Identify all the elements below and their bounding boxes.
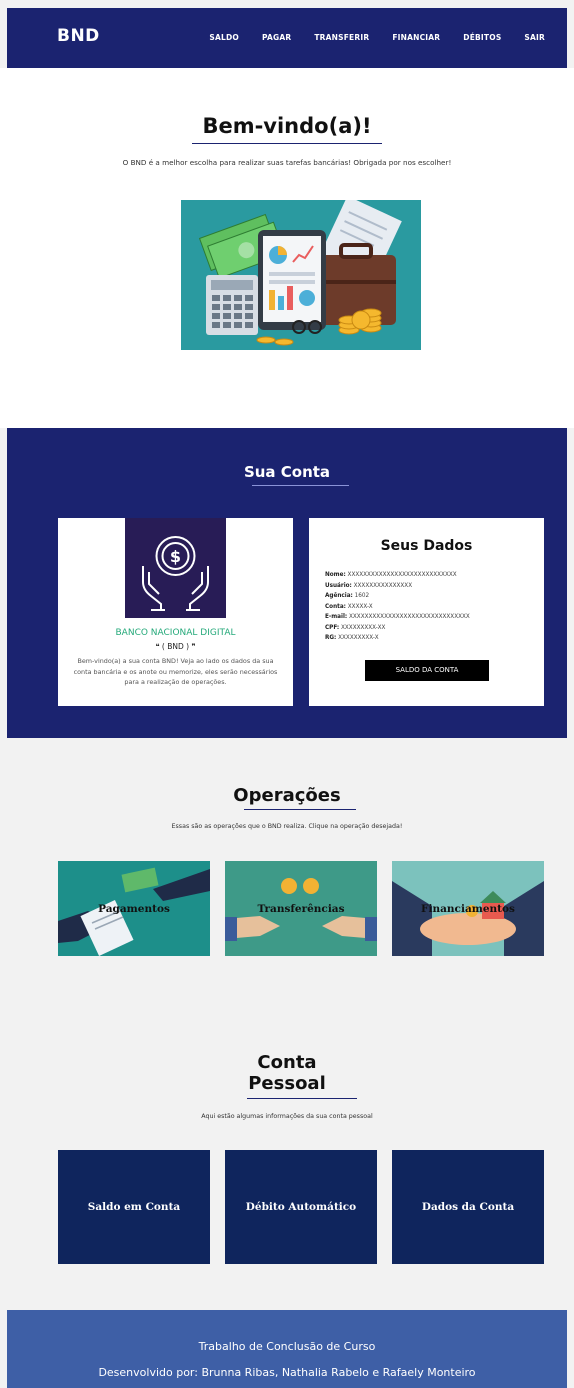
nav-item-financiar[interactable]: FINANCIAR (392, 33, 440, 42)
title-underline (252, 485, 349, 486)
field-nome: Nome: XXXXXXXXXXXXXXXXXXXXXXXXXXXX (325, 572, 457, 578)
money-hands-icon: $ (142, 536, 209, 611)
account-data-title: Seus Dados (380, 538, 473, 554)
page: BND SALDO PAGAR TRANSFERIR FINANCIAR DÉB… (0, 0, 574, 1388)
title-underline (244, 809, 356, 810)
nav-item-saldo[interactable]: SALDO (209, 33, 239, 42)
personal-card-debito[interactable]: Débito Automático (225, 1150, 377, 1264)
bank-logo: $ (125, 518, 226, 618)
field-conta: Conta: XXXXX-X (325, 603, 373, 610)
nav-item-pagar[interactable]: PAGAR (262, 33, 291, 42)
banking-illustration-art (181, 200, 421, 350)
personal-card-label: Dados da Conta (421, 1201, 515, 1213)
operations-title: Operações (233, 785, 341, 806)
nav-item-sair[interactable]: SAIR (524, 33, 545, 42)
operation-label: Pagamentos (98, 903, 170, 915)
svg-text:$: $ (170, 547, 181, 566)
field-rg: RG: XXXXXXXXX-X (325, 635, 379, 641)
footer-credits: Desenvolvido por: Brunna Ribas, Nathalia… (98, 1366, 476, 1379)
field-agencia: Agência: 1602 (325, 593, 370, 599)
account-title: Sua Conta (243, 463, 331, 481)
brand-logo[interactable]: BND (57, 26, 100, 46)
footer-title: Trabalho de Conclusão de Curso (198, 1340, 376, 1353)
nav-item-transferir[interactable]: TRANSFERIR (314, 33, 369, 42)
field-email: E-mail: XXXXXXXXXXXXXXXXXXXXXXXXXXXXXXX (325, 614, 470, 620)
welcome-section: Bem-vindo(a)! O BND é a melhor escolha p… (0, 68, 574, 428)
account-data-card: Seus Dados Nome: XXXXXXXXXXXXXXXXXXXXXXX… (309, 518, 544, 706)
account-balance-button[interactable]: SALDO DA CONTA (365, 660, 489, 681)
bank-name: BANCO NACIONAL DIGITAL (115, 628, 236, 638)
navbar: BND SALDO PAGAR TRANSFERIR FINANCIAR DÉB… (7, 8, 567, 68)
nav-item-debitos[interactable]: DÉBITOS (463, 33, 501, 42)
personal-card-dados[interactable]: Dados da Conta (392, 1150, 544, 1264)
operation-label: Financiamentos (421, 903, 515, 915)
operation-label: Transferências (257, 903, 345, 915)
account-section: Sua Conta $ BANCO NACIONAL DIGITAL ❝ ( B… (7, 428, 567, 738)
personal-account-title: Conta Pessoal (248, 1052, 326, 1094)
personal-account-text: Aqui estão algumas informações da sua co… (201, 1113, 373, 1120)
footer: Trabalho de Conclusão de Curso Desenvolv… (7, 1310, 567, 1388)
title-underline (192, 143, 382, 144)
operations-text: Essas são as operações que o BND realiza… (171, 823, 403, 830)
banking-illustration (181, 200, 421, 350)
bank-info-card: $ BANCO NACIONAL DIGITAL ❝ ( BND ) ❞ Bem… (58, 518, 293, 706)
bank-abbreviation: ❝ ( BND ) ❞ (155, 642, 196, 651)
bank-description: Bem-vindo(a) a sua conta BND! Veja ao la… (73, 657, 278, 686)
operation-card-transferencias[interactable]: Transferências (225, 861, 377, 956)
field-usuario: Usuário: XXXXXXXXXXXXXXX (325, 582, 413, 589)
personal-card-label: Saldo em Conta (87, 1201, 181, 1213)
welcome-text: O BND é a melhor escolha para realizar s… (122, 158, 452, 167)
operation-card-financiamentos[interactable]: Financiamentos (392, 861, 544, 956)
field-cpf: CPF: XXXXXXXXX-XX (325, 624, 386, 631)
welcome-title: Bem-vindo(a)! (202, 114, 372, 138)
title-underline (247, 1098, 357, 1099)
nav-menu: SALDO PAGAR TRANSFERIR FINANCIAR DÉBITOS… (186, 33, 545, 42)
operation-card-pagamentos[interactable]: Pagamentos (58, 861, 210, 956)
personal-card-label: Débito Automático (245, 1201, 357, 1213)
account-data-list: Nome: XXXXXXXXXXXXXXXXXXXXXXXXXXXX Usuár… (325, 570, 470, 644)
personal-card-saldo[interactable]: Saldo em Conta (58, 1150, 210, 1264)
